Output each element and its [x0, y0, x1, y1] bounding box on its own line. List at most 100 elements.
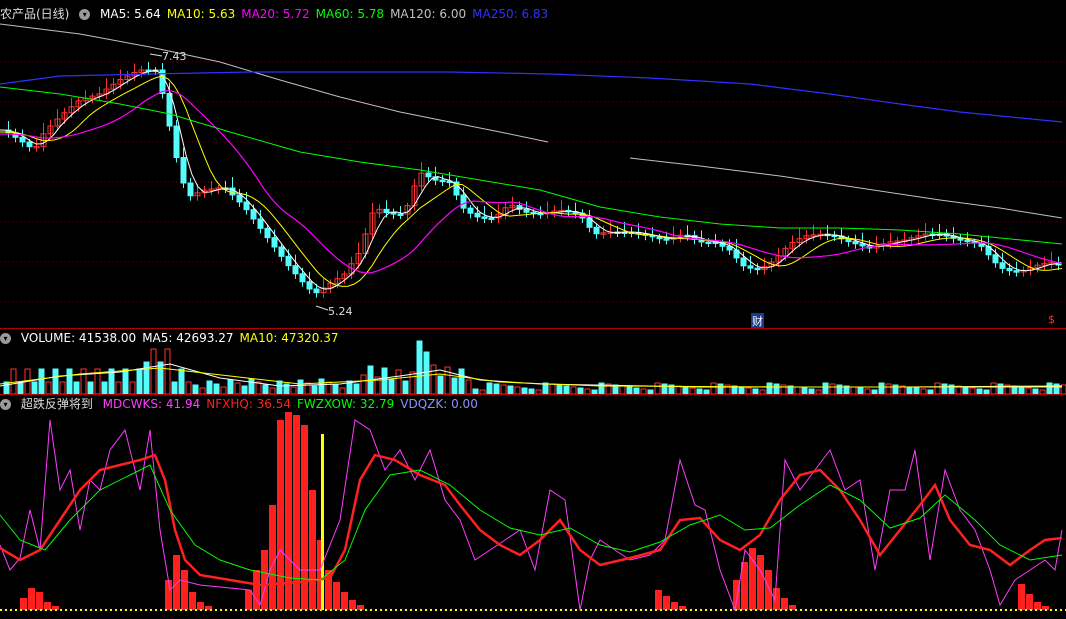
volume-bar	[514, 386, 521, 394]
candlestick	[397, 213, 404, 216]
candlestick	[467, 207, 474, 214]
volume-bar	[654, 382, 661, 394]
volume-bar	[388, 378, 395, 394]
volume-chart[interactable]	[0, 330, 1066, 394]
candlestick	[663, 238, 670, 241]
panel-divider	[0, 394, 1066, 395]
ma-indicator-1: MA10: 5.63	[166, 7, 236, 21]
volume-bar	[122, 368, 129, 394]
candlestick	[859, 243, 866, 247]
histogram-bar	[333, 582, 340, 610]
volume-bar	[402, 380, 409, 394]
candlestick	[740, 257, 747, 267]
volume-bar	[248, 378, 255, 394]
volume-bar	[59, 381, 66, 394]
volume-bar	[962, 386, 969, 394]
volume-bar	[710, 382, 717, 394]
histogram-bar	[20, 598, 27, 610]
histogram-bar	[245, 590, 252, 610]
volume-bar	[234, 382, 241, 394]
volume-bar	[318, 378, 325, 394]
histogram-bar	[28, 588, 35, 610]
volume-bar	[682, 386, 689, 394]
candlestick	[705, 241, 712, 244]
histogram-bar	[1018, 584, 1025, 610]
volume-bar	[556, 384, 563, 394]
volume-bar	[437, 375, 444, 394]
volume-bar	[458, 368, 465, 394]
collapse-icon[interactable]: ▾	[79, 9, 91, 20]
candlestick	[19, 136, 26, 143]
candlestick	[187, 182, 194, 197]
volume-bar	[381, 367, 388, 394]
candlestick	[523, 208, 530, 213]
histogram-bar	[309, 490, 316, 610]
candlestick	[250, 209, 257, 220]
volume-bar	[52, 368, 59, 394]
volume-bar	[1053, 383, 1060, 394]
ma5-line	[0, 69, 1063, 290]
candlestick	[488, 217, 495, 220]
histogram-bar	[36, 592, 43, 610]
volume-bar	[206, 380, 213, 394]
oscillator-chart[interactable]	[0, 410, 1066, 619]
histogram-bar	[341, 592, 348, 610]
ma10-line	[0, 75, 1063, 287]
ma250-line	[0, 71, 1063, 123]
histogram-bar	[269, 505, 276, 610]
candlestick	[481, 216, 488, 219]
volume-bar	[164, 348, 171, 394]
candlestick	[383, 208, 390, 214]
volume-bar	[892, 384, 899, 394]
candlestick	[992, 254, 999, 264]
volume-bar	[549, 383, 556, 394]
volume-bar	[885, 383, 892, 394]
candlestick	[852, 241, 859, 245]
histogram-bar	[671, 602, 678, 610]
ma120-line	[0, 23, 549, 143]
volume-bar	[17, 381, 24, 394]
volume-bar	[465, 379, 472, 394]
volume-bar	[66, 368, 73, 394]
volume-bar	[185, 381, 192, 394]
osc-indicator-2: FWZXOW: 32.79	[297, 397, 395, 411]
collapse-icon[interactable]: ▾	[0, 399, 11, 410]
volume-bar	[325, 381, 332, 394]
volume-bar	[675, 385, 682, 394]
price-chart[interactable]	[0, 22, 1066, 327]
volume-bar	[332, 384, 339, 394]
candlestick	[593, 226, 600, 235]
volume-bar	[129, 381, 136, 394]
volume-bar	[73, 381, 80, 394]
mdcwks-line	[0, 419, 1063, 612]
candlestick	[306, 281, 313, 290]
volume-bar	[276, 380, 283, 394]
candlestick	[180, 157, 187, 184]
volume-bar	[766, 382, 773, 394]
volume-bar	[822, 382, 829, 394]
dividend-marker[interactable]: $	[1048, 313, 1055, 326]
volume-bar	[451, 377, 458, 394]
ma20-line	[0, 89, 1063, 274]
candlestick	[964, 239, 971, 243]
volume-bar	[997, 383, 1004, 394]
financial-marker[interactable]: 财	[751, 313, 764, 329]
main-panel-header: 农产品(日线) ▾ MA5: 5.64 MA10: 5.63 MA20: 5.72 M…	[0, 6, 560, 22]
volume-bar	[80, 368, 87, 394]
volume-bar	[192, 384, 199, 394]
volume-bar	[1018, 386, 1025, 394]
volume-bar	[10, 368, 17, 394]
histogram-bar	[655, 590, 662, 610]
volume-bar	[150, 348, 157, 394]
high-pointer	[149, 53, 163, 57]
volume-bar	[136, 368, 143, 394]
ma120-line	[629, 157, 1063, 219]
low-price-label: 5.24	[328, 305, 353, 318]
ma-indicator-4: MA120: 6.00	[390, 7, 467, 21]
histogram-bar	[173, 555, 180, 610]
candlestick	[278, 246, 285, 257]
ma-indicator-3: MA60: 5.78	[315, 7, 385, 21]
candlestick	[957, 237, 964, 241]
osc-indicator-3: VDQZK: 0.00	[400, 397, 478, 411]
histogram-bar	[293, 415, 300, 610]
